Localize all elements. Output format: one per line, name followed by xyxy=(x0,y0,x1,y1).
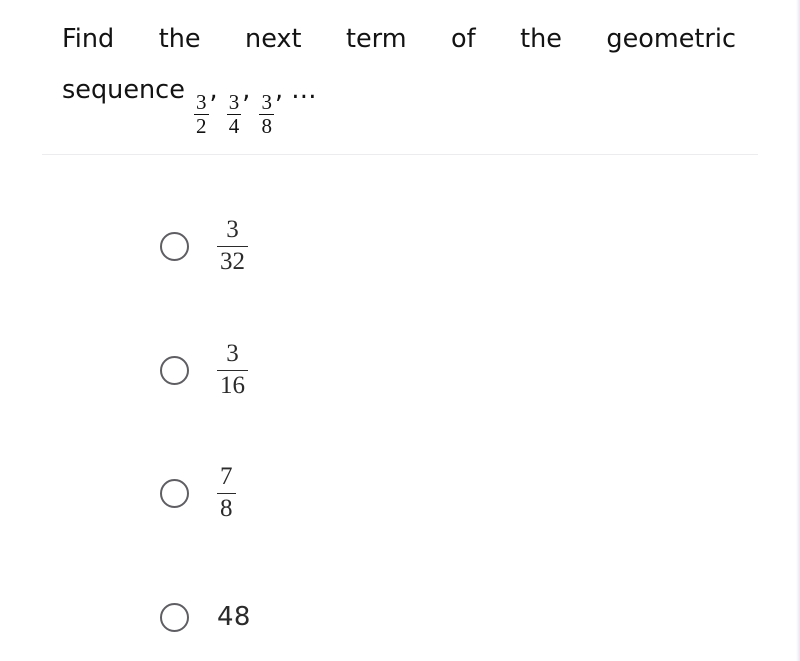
answer-option-4-value: 48 xyxy=(217,602,251,632)
answer-option-1-label: 3 32 xyxy=(217,217,248,275)
sequence-separator-1: , xyxy=(209,75,218,105)
sequence-term-2: 34 xyxy=(226,89,242,139)
sequence-term-3-numerator: 3 xyxy=(261,89,272,114)
answer-option-4[interactable]: 48 xyxy=(160,585,251,649)
question-line-1-text: Find the next term of the geometric xyxy=(62,24,736,54)
sequence-ellipsis: … xyxy=(291,75,317,105)
answer-option-2-numerator: 3 xyxy=(226,340,239,368)
sequence-term-3-denominator: 8 xyxy=(259,114,274,139)
answer-option-4-label: 48 xyxy=(217,602,251,632)
answer-option-3-numerator: 7 xyxy=(220,463,233,491)
answer-option-1-numerator: 3 xyxy=(226,216,239,244)
answer-option-3-fraction: 7 8 xyxy=(217,464,236,522)
question-line-1: Find the next term of the geometric xyxy=(62,14,736,65)
radio-button-option-2[interactable] xyxy=(160,355,189,385)
answer-option-2[interactable]: 3 16 xyxy=(160,338,248,402)
sequence-term-2-denominator: 4 xyxy=(226,114,242,139)
sequence-terms: 32, 34, 38, … xyxy=(193,75,317,137)
radio-button-option-3[interactable] xyxy=(160,478,189,508)
question-line-2-prefix: sequence xyxy=(62,75,185,105)
answer-option-1-denominator: 32 xyxy=(217,245,248,275)
radio-button-option-4[interactable] xyxy=(160,602,189,632)
answer-option-2-denominator: 16 xyxy=(217,369,248,399)
question-line-2: sequence 32, 34, 38, … xyxy=(62,65,736,138)
sequence-term-1: 32 xyxy=(194,89,209,139)
sequence-term-1-denominator: 2 xyxy=(194,114,209,139)
answer-option-3[interactable]: 7 8 xyxy=(160,461,236,525)
answer-option-2-label: 3 16 xyxy=(217,341,248,399)
answer-option-2-fraction: 3 16 xyxy=(217,341,248,399)
sequence-term-2-numerator: 3 xyxy=(228,89,240,114)
answer-option-3-label: 7 8 xyxy=(217,464,236,522)
answer-option-1-fraction: 3 32 xyxy=(217,217,248,275)
question-text: Find the next term of the geometric sequ… xyxy=(62,14,736,138)
right-edge-accent xyxy=(796,0,800,661)
section-divider xyxy=(42,154,758,155)
answer-option-1[interactable]: 3 32 xyxy=(160,214,248,278)
sequence-separator-3: , xyxy=(274,75,284,105)
answer-option-3-denominator: 8 xyxy=(217,492,236,522)
sequence-term-1-numerator: 3 xyxy=(196,89,207,114)
sequence-separator-2: , xyxy=(242,75,251,105)
sequence-term-3: 38 xyxy=(259,89,274,139)
radio-button-option-1[interactable] xyxy=(160,231,189,261)
